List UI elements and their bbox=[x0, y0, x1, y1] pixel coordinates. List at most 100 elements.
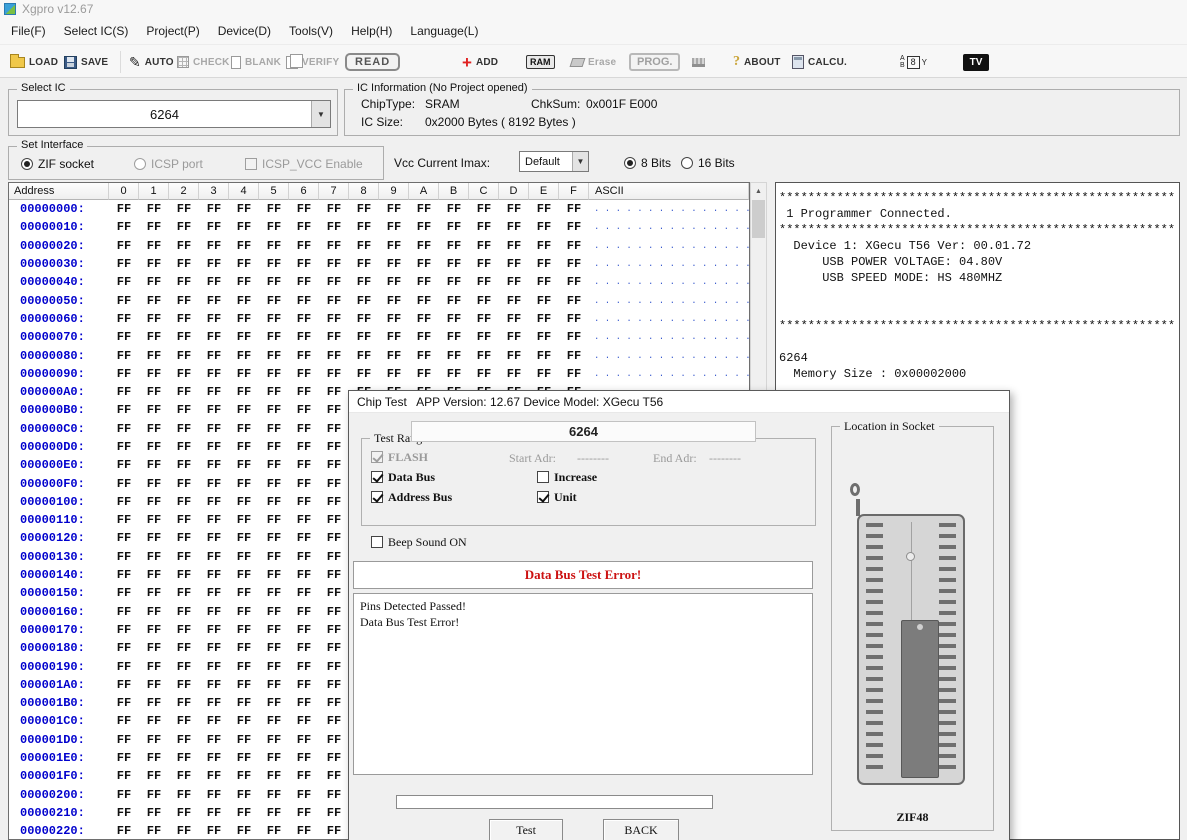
hex-byte-cell[interactable]: FF bbox=[199, 312, 229, 326]
hex-byte-cell[interactable]: FF bbox=[139, 458, 169, 472]
hex-byte-cell[interactable]: FF bbox=[229, 788, 259, 802]
hex-byte-cell[interactable]: FF bbox=[229, 586, 259, 600]
menu-item-file[interactable]: File(F) bbox=[2, 20, 55, 42]
hex-byte-cell[interactable]: FF bbox=[229, 458, 259, 472]
hex-byte-cell[interactable]: FF bbox=[289, 733, 319, 747]
hex-byte-cell[interactable]: FF bbox=[319, 367, 349, 381]
hex-byte-cell[interactable]: FF bbox=[409, 349, 439, 363]
hex-ascii-cell[interactable]: . . . . . . . . . . . . . . . . bbox=[589, 351, 749, 361]
hex-byte-cell[interactable]: FF bbox=[229, 660, 259, 674]
hex-byte-cell[interactable]: FF bbox=[259, 440, 289, 454]
hex-byte-cell[interactable]: FF bbox=[169, 294, 199, 308]
hex-byte-cell[interactable]: FF bbox=[409, 330, 439, 344]
hex-byte-cell[interactable]: FF bbox=[199, 349, 229, 363]
hex-byte-cell[interactable]: FF bbox=[289, 678, 319, 692]
hex-byte-cell[interactable]: FF bbox=[199, 275, 229, 289]
hex-byte-cell[interactable]: FF bbox=[259, 367, 289, 381]
hex-byte-cell[interactable]: FF bbox=[139, 531, 169, 545]
hex-byte-cell[interactable]: FF bbox=[109, 568, 139, 582]
hex-byte-cell[interactable]: FF bbox=[559, 367, 589, 381]
hex-byte-cell[interactable]: FF bbox=[169, 513, 199, 527]
increase-checkbox[interactable]: Increase bbox=[537, 470, 597, 484]
hex-byte-cell[interactable]: FF bbox=[289, 714, 319, 728]
hex-byte-cell[interactable]: FF bbox=[529, 312, 559, 326]
hex-byte-cell[interactable]: FF bbox=[379, 257, 409, 271]
back-button[interactable]: BACK bbox=[603, 819, 679, 840]
hex-byte-cell[interactable]: FF bbox=[349, 294, 379, 308]
hex-byte-cell[interactable]: FF bbox=[229, 568, 259, 582]
hex-byte-cell[interactable]: FF bbox=[139, 440, 169, 454]
hex-byte-cell[interactable]: FF bbox=[529, 294, 559, 308]
hex-byte-cell[interactable]: FF bbox=[289, 257, 319, 271]
hex-byte-cell[interactable]: FF bbox=[379, 275, 409, 289]
hex-byte-cell[interactable]: FF bbox=[319, 824, 349, 838]
hex-byte-cell[interactable]: FF bbox=[199, 440, 229, 454]
hex-byte-cell[interactable]: FF bbox=[109, 385, 139, 399]
hex-byte-cell[interactable]: FF bbox=[199, 477, 229, 491]
hex-byte-cell[interactable]: FF bbox=[229, 678, 259, 692]
hex-byte-cell[interactable]: FF bbox=[259, 495, 289, 509]
hex-byte-cell[interactable]: FF bbox=[169, 605, 199, 619]
hex-byte-cell[interactable]: FF bbox=[229, 330, 259, 344]
load-button[interactable]: LOAD bbox=[10, 49, 58, 75]
hex-byte-cell[interactable]: FF bbox=[199, 257, 229, 271]
vcc-current-dropdown[interactable]: Default ▼ bbox=[519, 151, 589, 172]
hex-byte-cell[interactable]: FF bbox=[169, 495, 199, 509]
hex-byte-cell[interactable]: FF bbox=[139, 330, 169, 344]
hex-byte-cell[interactable]: FF bbox=[319, 477, 349, 491]
hex-byte-cell[interactable]: FF bbox=[109, 239, 139, 253]
hex-byte-cell[interactable]: FF bbox=[109, 275, 139, 289]
hex-byte-cell[interactable]: FF bbox=[259, 257, 289, 271]
hex-byte-cell[interactable]: FF bbox=[319, 403, 349, 417]
read-button[interactable]: READ bbox=[345, 49, 400, 75]
hex-byte-cell[interactable]: FF bbox=[229, 495, 259, 509]
hex-byte-cell[interactable]: FF bbox=[409, 367, 439, 381]
hex-byte-cell[interactable]: FF bbox=[289, 495, 319, 509]
hex-byte-cell[interactable]: FF bbox=[319, 257, 349, 271]
hex-byte-cell[interactable]: FF bbox=[289, 623, 319, 637]
hex-byte-cell[interactable]: FF bbox=[169, 330, 199, 344]
hex-byte-cell[interactable]: FF bbox=[139, 568, 169, 582]
hex-byte-cell[interactable]: FF bbox=[139, 550, 169, 564]
hex-byte-cell[interactable]: FF bbox=[229, 294, 259, 308]
hex-byte-cell[interactable]: FF bbox=[259, 733, 289, 747]
hex-byte-cell[interactable]: FF bbox=[559, 294, 589, 308]
hex-byte-cell[interactable]: FF bbox=[259, 550, 289, 564]
hex-byte-cell[interactable]: FF bbox=[109, 513, 139, 527]
hex-byte-cell[interactable]: FF bbox=[229, 312, 259, 326]
hex-byte-cell[interactable]: FF bbox=[559, 312, 589, 326]
hex-byte-cell[interactable]: FF bbox=[349, 330, 379, 344]
hex-byte-cell[interactable]: FF bbox=[289, 367, 319, 381]
hex-byte-cell[interactable]: FF bbox=[469, 257, 499, 271]
hex-byte-cell[interactable]: FF bbox=[139, 751, 169, 765]
hex-byte-cell[interactable]: FF bbox=[319, 385, 349, 399]
hex-ascii-cell[interactable]: . . . . . . . . . . . . . . . . bbox=[589, 314, 749, 324]
hex-byte-cell[interactable]: FF bbox=[259, 824, 289, 838]
hex-byte-cell[interactable]: FF bbox=[289, 550, 319, 564]
hex-byte-cell[interactable]: FF bbox=[139, 477, 169, 491]
hex-ascii-cell[interactable]: . . . . . . . . . . . . . . . . bbox=[589, 369, 749, 379]
hex-byte-cell[interactable]: FF bbox=[169, 623, 199, 637]
unit-checkbox[interactable]: Unit bbox=[537, 490, 577, 504]
hex-byte-cell[interactable]: FF bbox=[199, 294, 229, 308]
hex-byte-cell[interactable]: FF bbox=[289, 806, 319, 820]
hex-byte-cell[interactable]: FF bbox=[289, 513, 319, 527]
hex-byte-cell[interactable]: FF bbox=[529, 349, 559, 363]
hex-byte-cell[interactable]: FF bbox=[169, 349, 199, 363]
hex-byte-cell[interactable]: FF bbox=[259, 696, 289, 710]
hex-byte-cell[interactable]: FF bbox=[229, 403, 259, 417]
hex-byte-cell[interactable]: FF bbox=[199, 458, 229, 472]
hex-byte-cell[interactable]: FF bbox=[139, 239, 169, 253]
hex-byte-cell[interactable]: FF bbox=[199, 239, 229, 253]
hex-byte-cell[interactable]: FF bbox=[229, 531, 259, 545]
hex-byte-cell[interactable]: FF bbox=[499, 239, 529, 253]
hex-byte-cell[interactable]: FF bbox=[499, 257, 529, 271]
hex-byte-cell[interactable]: FF bbox=[439, 367, 469, 381]
hex-byte-cell[interactable]: FF bbox=[199, 495, 229, 509]
hex-byte-cell[interactable]: FF bbox=[169, 806, 199, 820]
hex-byte-cell[interactable]: FF bbox=[319, 458, 349, 472]
hex-byte-cell[interactable]: FF bbox=[109, 495, 139, 509]
hex-byte-cell[interactable]: FF bbox=[259, 458, 289, 472]
hex-byte-cell[interactable]: FF bbox=[139, 714, 169, 728]
hex-byte-cell[interactable]: FF bbox=[379, 239, 409, 253]
